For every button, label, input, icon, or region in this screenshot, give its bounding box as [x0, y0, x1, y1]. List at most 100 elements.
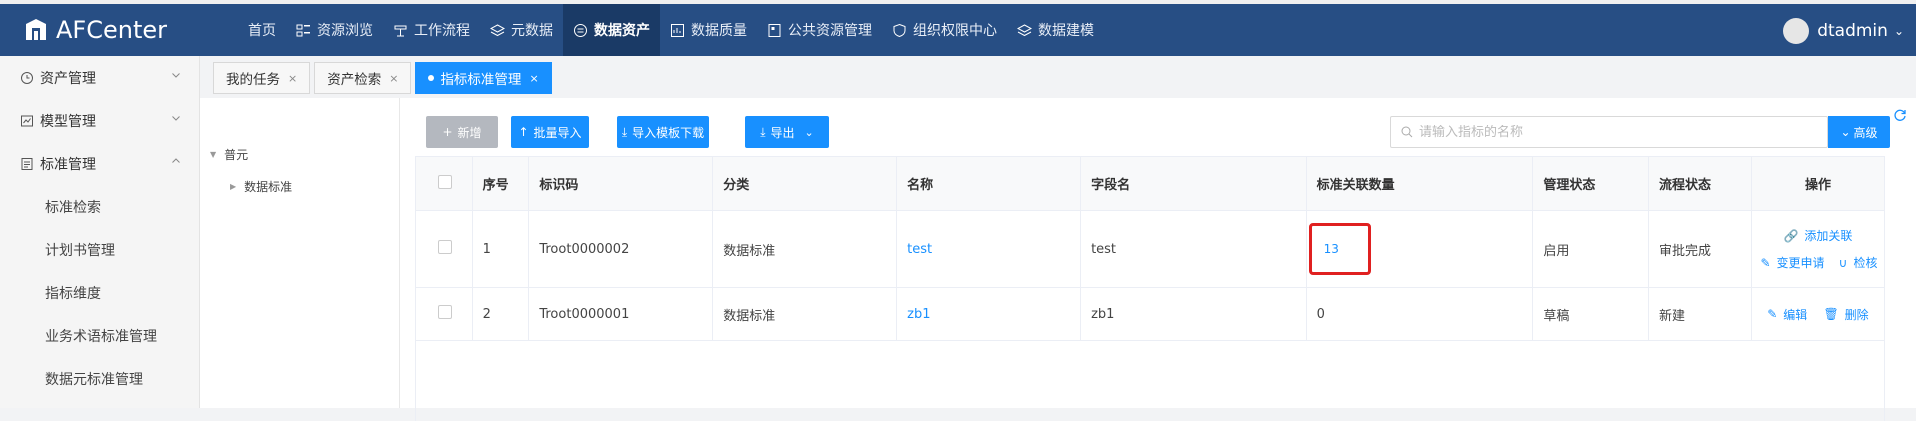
batch-import-button[interactable]: ↑ 批量导入 [511, 116, 589, 148]
column-header: 名称 [896, 156, 1082, 211]
top-navbar: AFCenter 首页 资源浏览 工作流程 元数据 数据资产 数据质量 公共资源… [0, 0, 1916, 56]
shield-icon [893, 23, 906, 37]
brand[interactable]: AFCenter [0, 16, 218, 44]
table-header-row: 序号 标识码 分类 名称 字段名 标准关联数量 管理状态 流程状态 操作 [415, 156, 1886, 211]
pencil-icon: ✎ [1767, 307, 1778, 321]
chevron-down-icon: ⌄ [804, 125, 814, 139]
nav-resource-browse[interactable]: 资源浏览 [286, 4, 383, 56]
tree-node-data-standard[interactable]: ▶ 数据标准 [230, 178, 292, 195]
field-cell: zb1 [1080, 287, 1307, 341]
nav-label: 数据资产 [594, 23, 650, 39]
chart-icon [671, 23, 684, 37]
sidebar-item-plan-management[interactable]: 计划书管理 [0, 228, 199, 271]
nav-data-modeling[interactable]: 数据建模 [1007, 4, 1104, 56]
nav-data-quality[interactable]: 数据质量 [660, 4, 757, 56]
sidebar-group-label: 模型管理 [40, 113, 96, 130]
nav-org-permission[interactable]: 组织权限中心 [882, 4, 1007, 56]
button-label: 导出 [770, 125, 795, 140]
search-input[interactable] [1419, 124, 1799, 140]
tab-asset-search[interactable]: 资产检索 × [314, 62, 412, 94]
tree-node-root[interactable]: ▼ 普元 [210, 146, 248, 163]
add-association-button[interactable]: 🔗 添加关联 [1783, 227, 1852, 244]
field-cell: test [1080, 210, 1307, 288]
category-tree: ▼ 普元 ▶ 数据标准 [200, 98, 400, 408]
category-cell: 数据标准 [712, 210, 898, 288]
sidebar-item-business-term[interactable]: 业务术语标准管理 [0, 314, 199, 357]
association-count-link[interactable]: 13 [1308, 223, 1371, 275]
sidebar: 资产管理 模型管理 标准管理 标准检索 计划书管理 指标维度 业务术语标准管理 … [0, 56, 200, 408]
column-header: 标准关联数量 [1305, 156, 1534, 211]
chevron-down-icon: ⌄ [1893, 24, 1904, 38]
sidebar-group-asset-management[interactable]: 资产管理 [0, 56, 199, 99]
trash-icon: 🗑 [1823, 307, 1839, 321]
close-icon[interactable]: × [389, 72, 398, 85]
row-checkbox[interactable] [438, 305, 452, 319]
tree-node-label: 普元 [224, 148, 249, 162]
column-header: 序号 [471, 156, 530, 211]
advanced-search-button[interactable]: ⌄ 高级 [1828, 116, 1890, 148]
nav-home[interactable]: 首页 [238, 4, 286, 56]
caret-right-icon[interactable]: ▶ [230, 182, 236, 191]
layers-icon [1017, 23, 1032, 36]
name-link[interactable]: zb1 [907, 307, 930, 322]
category-cell: 数据标准 [712, 287, 898, 341]
tab-my-tasks[interactable]: 我的任务 × [213, 62, 311, 94]
inspect-button[interactable]: ∪ 检核 [1839, 254, 1878, 271]
button-label: 新增 [457, 125, 482, 140]
chevron-up-icon [172, 158, 180, 163]
sidebar-item-label: 计划书管理 [45, 242, 115, 259]
sidebar-group-standard-management[interactable]: 标准管理 [0, 142, 199, 185]
nav-label: 数据质量 [691, 23, 747, 39]
sidebar-item-data-element[interactable]: 数据元标准管理 [0, 357, 199, 400]
ops-cell: 🔗 添加关联 ✎ 变更申请 ∪ 检核 [1750, 210, 1886, 288]
page-tabs: 我的任务 × 资产检索 × 指标标准管理 × [213, 62, 556, 94]
nav-public-resource[interactable]: 公共资源管理 [757, 4, 882, 56]
export-button[interactable]: ⤓ 导出 ⌄ [745, 116, 829, 148]
tab-metric-standard[interactable]: 指标标准管理 × [415, 62, 552, 94]
edit-button[interactable]: ✎ 编辑 [1767, 306, 1807, 323]
manage-status-cell: 草稿 [1532, 287, 1649, 341]
search-box [1390, 116, 1828, 148]
count-cell: 0 [1305, 287, 1534, 341]
sidebar-item-standard-search[interactable]: 标准检索 [0, 185, 199, 228]
column-header: 分类 [712, 156, 898, 211]
row-select-cell [415, 210, 473, 288]
active-dot-icon [428, 75, 435, 81]
template-download-button[interactable]: ⤓ 导入模板下载 [617, 116, 709, 148]
refresh-icon[interactable] [1893, 108, 1907, 122]
sidebar-item-metric-dimension[interactable]: 指标维度 [0, 271, 199, 314]
code-cell: Troot0000002 [528, 210, 714, 288]
ops-cell: ✎ 编辑 🗑 删除 [1750, 287, 1886, 341]
empty-cell [415, 340, 1885, 421]
nav-label: 数据建模 [1038, 23, 1094, 39]
close-icon[interactable]: × [529, 72, 538, 85]
code-cell: Troot0000001 [528, 287, 714, 341]
grid-icon [296, 24, 310, 36]
afcenter-logo-icon [26, 19, 46, 40]
change-request-button[interactable]: ✎ 变更申请 [1760, 254, 1824, 271]
nav-workflow[interactable]: 工作流程 [383, 4, 480, 56]
flow-status-cell: 新建 [1647, 287, 1752, 341]
op-label: 变更申请 [1776, 256, 1825, 270]
user-menu[interactable]: dtadmin ⌄ [1783, 18, 1904, 44]
nav-metadata[interactable]: 元数据 [480, 4, 563, 56]
name-link[interactable]: test [907, 242, 932, 257]
op-label: 检核 [1853, 256, 1878, 270]
close-icon[interactable]: × [288, 72, 297, 85]
sidebar-item-label: 业务术语标准管理 [45, 328, 157, 345]
sidebar-group-model-management[interactable]: 模型管理 [0, 99, 199, 142]
layers-icon [490, 23, 505, 36]
nav-label: 元数据 [511, 23, 553, 39]
main-content: ▼ 普元 ▶ 数据标准 + 新增 ↑ 批量导入 ⤓ 导入模板下载 ⤓ 导出 ⌄ … [200, 98, 1916, 421]
download-icon: ⤓ [621, 124, 628, 139]
nav-data-asset[interactable]: 数据资产 [563, 4, 660, 56]
row-checkbox[interactable] [438, 240, 452, 254]
add-button[interactable]: + 新增 [426, 116, 498, 148]
manage-status-cell: 启用 [1532, 210, 1649, 288]
delete-button[interactable]: 🗑 删除 [1823, 306, 1868, 323]
workflow-icon [394, 25, 407, 36]
link-icon: 🔗 [1783, 228, 1799, 243]
select-all-checkbox[interactable] [438, 174, 452, 189]
table-row: 2 Troot0000001 数据标准 zb1 zb1 0 草稿 新建 ✎ 编辑 … [415, 287, 1886, 341]
caret-down-icon[interactable]: ▼ [210, 150, 216, 159]
